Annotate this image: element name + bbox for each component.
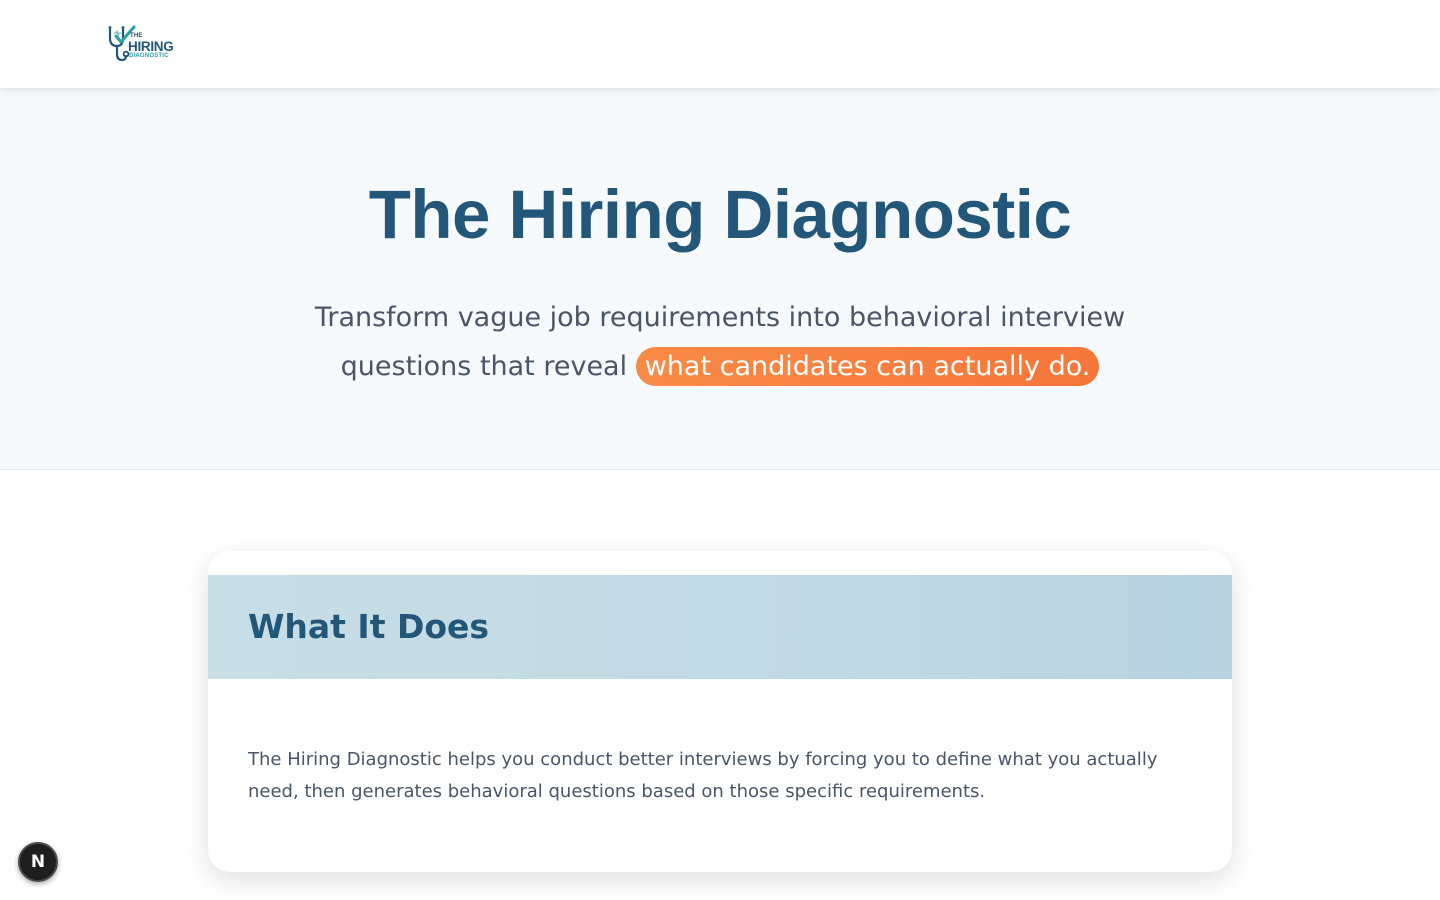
brand-logo[interactable]: THE HIRING DIAGNOSTIC [106, 24, 178, 64]
what-it-does-card: What It Does The Hiring Diagnostic helps… [208, 551, 1232, 872]
card-header: What It Does [208, 575, 1232, 679]
hero-subtitle: Transform vague job requirements into be… [300, 293, 1140, 391]
dev-tools-label: N [30, 852, 46, 872]
site-header: THE HIRING DIAGNOSTIC [0, 0, 1440, 88]
dev-tools-button[interactable]: N [18, 842, 58, 882]
logo-text-diagnostic: DIAGNOSTIC [129, 53, 169, 59]
card-title: What It Does [248, 607, 490, 646]
hero-subtitle-highlight: what candidates can actually do. [635, 347, 1100, 386]
card-body-text: The Hiring Diagnostic helps you conduct … [248, 749, 1158, 802]
logo-text-hiring: HIRING [128, 39, 174, 54]
hero-section: The Hiring Diagnostic Transform vague jo… [0, 88, 1440, 470]
hero-title: The Hiring Diagnostic [368, 176, 1072, 253]
